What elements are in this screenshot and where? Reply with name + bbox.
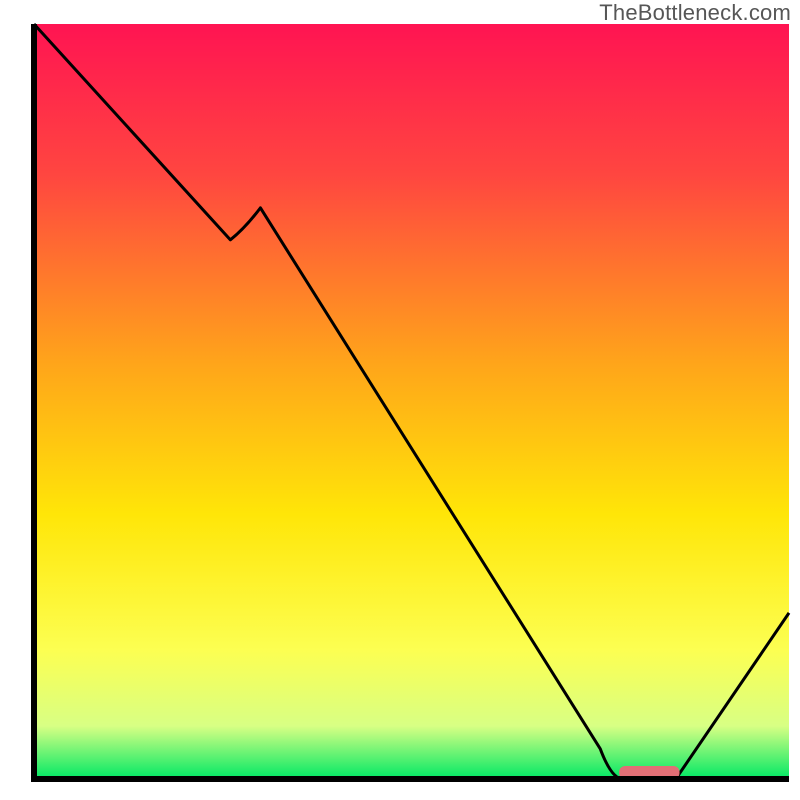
- plot-gradient-background: [34, 24, 789, 779]
- bottleneck-chart: [0, 0, 800, 800]
